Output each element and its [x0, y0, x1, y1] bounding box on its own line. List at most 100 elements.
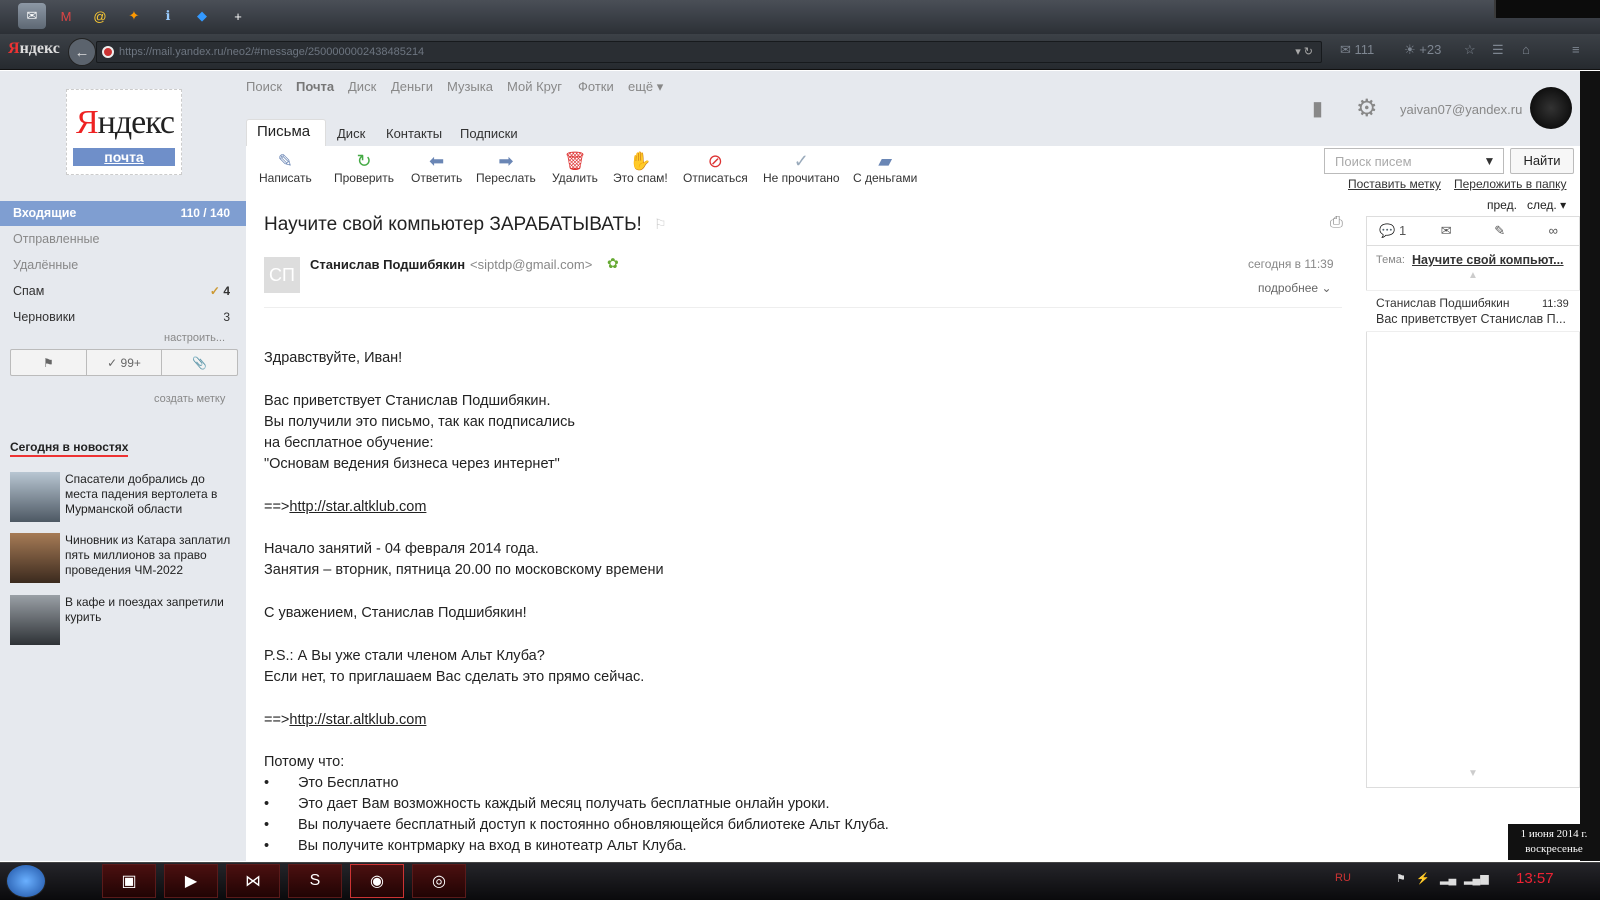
tab-odnoklassniki[interactable]: ✦	[120, 3, 148, 29]
signal-tray-icon[interactable]: ▂▄▆	[1464, 872, 1489, 885]
list-item: • Это Бесплатно	[264, 775, 399, 791]
folder-spam[interactable]: Спам ✓ 4	[0, 279, 246, 304]
mark-unread-button[interactable]: ✓ Не прочитано	[763, 151, 840, 185]
folder-sent[interactable]: Отправленные	[0, 227, 246, 252]
taskbar-app-chrome[interactable]: ◎	[412, 864, 466, 898]
news-item[interactable]: В кафе и поездах запретили курить	[10, 595, 240, 645]
create-label-link[interactable]: создать метку	[154, 393, 225, 405]
reload-icon[interactable]: ▾ ↻	[1295, 45, 1313, 58]
network-tray-icon[interactable]: ▂▄	[1440, 872, 1456, 885]
taskbar-app-vs[interactable]: ⋈	[226, 864, 280, 898]
flagged-filter-button[interactable]: ⚑	[11, 350, 87, 375]
print-icon[interactable]: ⎙	[1330, 214, 1343, 232]
tab-subscriptions[interactable]: Подписки	[460, 126, 518, 141]
nav-mail[interactable]: Почта	[296, 79, 334, 94]
thread-item-snippet: Вас приветствует Станислав П...	[1376, 312, 1566, 326]
find-button[interactable]: Найти	[1510, 148, 1574, 174]
move-folder-link[interactable]: Переложить в папку	[1454, 177, 1567, 191]
configure-folders-link[interactable]: настроить...	[164, 332, 225, 344]
nav-moi-krug[interactable]: Мой Круг	[507, 79, 562, 94]
taskbar-app-explorer[interactable]: ▣	[102, 864, 156, 898]
tab-links[interactable]: ∞	[1527, 216, 1581, 245]
spam-button[interactable]: ✋ Это спам!	[613, 151, 668, 185]
power-tray-icon[interactable]: ⚡	[1416, 872, 1430, 885]
home-icon[interactable]: ⌂	[1522, 42, 1530, 57]
shield-icon: ◆	[197, 8, 207, 23]
themes-icon[interactable]: ▮	[1312, 96, 1323, 121]
tab-letters[interactable]: Письма	[246, 119, 326, 147]
tab-messages[interactable]: ✉	[1420, 216, 1474, 245]
scroll-strip[interactable]	[1580, 71, 1600, 861]
scroll-down-icon[interactable]: ▼	[1468, 768, 1478, 779]
clock[interactable]: 13:57	[1516, 870, 1554, 887]
attachments-filter-button[interactable]: 📎	[162, 350, 237, 375]
unsubscribe-button[interactable]: ⊘ Отписаться	[683, 151, 748, 185]
search-input[interactable]: Поиск писем	[1324, 148, 1477, 174]
window-controls[interactable]	[1494, 0, 1600, 18]
flag-icon[interactable]: ⚐	[654, 216, 667, 233]
nav-music[interactable]: Музыка	[447, 79, 493, 94]
language-indicator[interactable]: RU	[1335, 872, 1351, 884]
avatar[interactable]	[1530, 87, 1572, 129]
tab-shield[interactable]: ◆	[188, 3, 216, 29]
skype-icon: S	[309, 872, 321, 889]
set-label-link[interactable]: Поставить метку	[1348, 177, 1441, 191]
taskbar-app-media[interactable]: ▶	[164, 864, 218, 898]
sender-name[interactable]: Станислав Подшибякин	[310, 257, 465, 272]
weather-icon[interactable]: ☀ +23	[1404, 42, 1441, 58]
mail-icon: ✉	[26, 8, 38, 23]
back-button[interactable]: ←	[68, 38, 96, 66]
nav-more[interactable]: ещё ▾	[628, 79, 663, 95]
menu-icon[interactable]: ≡	[1572, 42, 1580, 57]
details-link[interactable]: подробнее ⌄	[1258, 281, 1332, 295]
news-heading[interactable]: Сегодня в новостях	[10, 440, 129, 457]
prev-link[interactable]: пред.	[1487, 198, 1517, 212]
mail-counter-icon[interactable]: ✉ 111	[1340, 42, 1374, 58]
nav-search[interactable]: Поиск	[246, 79, 282, 94]
unread-filter-button[interactable]: ✓ 99+	[87, 350, 163, 375]
folder-drafts[interactable]: Черновики 3	[0, 305, 246, 330]
start-button[interactable]	[6, 864, 46, 898]
compose-button[interactable]: ✎ Написать	[259, 151, 312, 185]
sender-email[interactable]: <siptdp@gmail.com>	[470, 257, 592, 272]
body-line: Начало занятий - 04 февраля 2014 года.	[264, 541, 539, 557]
news-item[interactable]: Чиновник из Катара заплатил пять миллион…	[10, 533, 240, 583]
with-money-button[interactable]: ▰ С деньгами	[853, 151, 917, 185]
tab-mail[interactable]: ✉	[18, 3, 46, 29]
tab-info[interactable]: ℹ	[154, 3, 182, 29]
body-greeting: Здравствуйте, Иван!	[264, 350, 403, 366]
tab-gmail[interactable]: M	[52, 3, 80, 29]
tab-attachments[interactable]: ✎	[1473, 216, 1527, 245]
taskbar-app-skype[interactable]: S	[288, 864, 342, 898]
tab-thread[interactable]: 💬 1	[1366, 216, 1420, 245]
bookmarks-icon[interactable]: ☰	[1492, 42, 1504, 58]
check-mail-button[interactable]: ↻ Проверить	[334, 151, 394, 185]
address-bar[interactable]: https://mail.yandex.ru/neo2/#message/250…	[96, 41, 1322, 63]
reply-button[interactable]: ⬅ Ответить	[411, 151, 462, 185]
star-icon[interactable]: ☆	[1464, 42, 1476, 58]
search-dropdown[interactable]: ▼	[1476, 148, 1504, 174]
theme-label: Тема:	[1376, 254, 1405, 266]
nav-disk[interactable]: Диск	[348, 79, 376, 94]
flag-tray-icon[interactable]: ⚑	[1396, 872, 1406, 885]
altklub-link[interactable]: http://star.altklub.com	[289, 499, 426, 515]
tab-contacts[interactable]: Контакты	[386, 126, 442, 141]
nav-photos[interactable]: Фотки	[578, 79, 614, 94]
yandex-mail-logo[interactable]: Яндекс почта	[66, 89, 182, 175]
next-link[interactable]: след. ▾	[1527, 198, 1566, 212]
altklub-link[interactable]: http://star.altklub.com	[289, 712, 426, 728]
news-item[interactable]: Спасатели добрались до места падения вер…	[10, 472, 240, 522]
nav-money[interactable]: Деньги	[391, 79, 433, 94]
forward-button[interactable]: ➡ Переслать	[476, 151, 536, 185]
folder-inbox[interactable]: Входящие 110 / 140	[0, 201, 246, 226]
user-email[interactable]: yaivan07@yandex.ru	[1400, 102, 1522, 117]
tab-disk[interactable]: Диск	[337, 126, 365, 141]
folder-deleted[interactable]: Удалённые	[0, 253, 246, 278]
scroll-up-icon[interactable]: ▲	[1468, 270, 1478, 281]
new-tab-button[interactable]: +	[224, 3, 252, 29]
gear-icon[interactable]: ⚙	[1356, 94, 1378, 123]
theme-value[interactable]: Научите свой компьют...	[1412, 253, 1576, 267]
taskbar-app-firefox[interactable]: ◉	[350, 864, 404, 898]
tab-mailru[interactable]: @	[86, 3, 114, 29]
delete-button[interactable]: 🗑 Удалить	[552, 151, 598, 185]
